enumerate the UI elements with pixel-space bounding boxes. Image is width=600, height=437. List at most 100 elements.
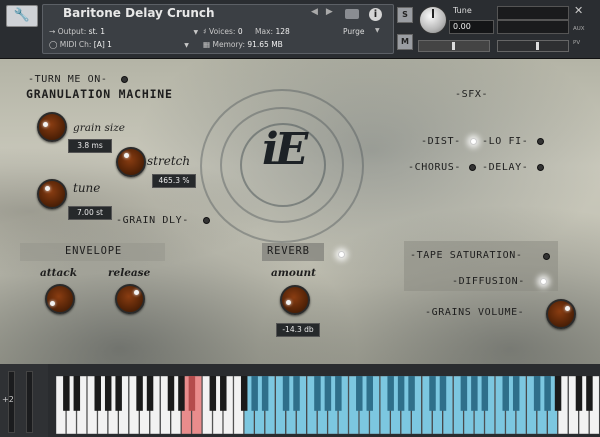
black-key[interactable] xyxy=(167,376,175,411)
midi-row[interactable]: ◯ MIDI Ch: [A] 1 ▼ xyxy=(49,40,189,49)
diffusion-toggle[interactable] xyxy=(540,278,547,285)
output-row[interactable]: → Output: st. 1 ▼ xyxy=(49,27,198,36)
black-key[interactable] xyxy=(544,376,551,411)
info-icon[interactable]: i xyxy=(369,8,382,21)
black-key[interactable] xyxy=(178,376,185,411)
dist-toggle[interactable] xyxy=(470,138,477,145)
grain-delay-toggle[interactable] xyxy=(203,217,210,224)
purge-button[interactable]: Purge xyxy=(343,27,364,36)
reverb-amount-knob[interactable] xyxy=(280,285,310,315)
black-key[interactable] xyxy=(397,376,405,411)
black-key[interactable] xyxy=(73,376,81,411)
grain-size-knob[interactable] xyxy=(37,112,67,142)
attack-knob[interactable] xyxy=(45,284,75,314)
grain-delay-label: -GRAIN DLY- xyxy=(116,215,189,226)
grains-volume-knob[interactable] xyxy=(546,299,576,329)
chorus-label: -CHORUS- xyxy=(408,162,461,173)
instrument-name[interactable]: Baritone Delay Crunch xyxy=(63,6,215,20)
memory-label: Memory: xyxy=(212,40,245,49)
chorus-toggle[interactable] xyxy=(469,164,476,171)
black-key[interactable] xyxy=(502,376,509,411)
wrench-icon[interactable]: 🔧 xyxy=(6,5,38,27)
black-key[interactable] xyxy=(533,376,541,411)
black-key[interactable] xyxy=(261,376,269,411)
turn-me-on-toggle[interactable] xyxy=(121,76,128,83)
grains-volume-label: -GRAINS VOLUME- xyxy=(425,307,525,318)
octave-shift-value[interactable]: +2 xyxy=(2,395,14,404)
close-icon[interactable]: ✕ xyxy=(574,4,583,17)
mod-wheel[interactable] xyxy=(26,371,33,433)
instrument-nav-arrows[interactable]: ◀▶ xyxy=(311,7,341,17)
black-key[interactable] xyxy=(408,376,415,411)
solo-button[interactable]: S xyxy=(397,7,413,23)
lofi-toggle[interactable] xyxy=(537,138,544,145)
black-key[interactable] xyxy=(115,376,122,411)
black-key[interactable] xyxy=(512,376,520,411)
piano-keyboard[interactable] xyxy=(56,376,600,434)
black-key[interactable] xyxy=(104,376,112,411)
reverb-title: REVERB xyxy=(267,245,310,257)
stretch-value[interactable]: 465.3 % xyxy=(152,174,196,188)
black-key[interactable] xyxy=(136,376,143,411)
output-icon: → xyxy=(49,27,56,36)
black-key[interactable] xyxy=(63,376,70,411)
memory-row: ▦ Memory: 91.65 MB xyxy=(203,40,283,49)
pan-slider[interactable] xyxy=(418,40,490,52)
stretch-knob[interactable] xyxy=(116,147,146,177)
envelope-title: ENVELOPE xyxy=(65,245,122,257)
black-key[interactable] xyxy=(282,376,290,411)
level-meter-right xyxy=(497,20,569,34)
tune-label: Tune xyxy=(453,6,472,15)
black-key[interactable] xyxy=(240,376,248,411)
black-key[interactable] xyxy=(188,376,196,411)
black-key[interactable] xyxy=(554,376,562,411)
black-key[interactable] xyxy=(251,376,258,411)
black-key[interactable] xyxy=(471,376,478,411)
grain-size-label: grain size xyxy=(73,122,125,134)
midi-value[interactable]: [A] 1 xyxy=(94,40,112,49)
instrument-header: 🔧 Baritone Delay Crunch ◀▶ i → Output: s… xyxy=(0,0,600,59)
black-key[interactable] xyxy=(460,376,468,411)
tape-saturation-toggle[interactable] xyxy=(543,253,550,260)
camera-icon[interactable] xyxy=(345,9,359,19)
lofi-label: -LO FI- xyxy=(482,136,529,147)
volume-slider[interactable] xyxy=(497,40,569,52)
level-meter-left xyxy=(497,6,569,20)
black-key[interactable] xyxy=(387,376,394,411)
purge-dropdown-icon[interactable]: ▼ xyxy=(375,27,380,34)
black-key[interactable] xyxy=(366,376,373,411)
tune-knob[interactable] xyxy=(419,6,447,34)
black-key[interactable] xyxy=(575,376,583,411)
black-key[interactable] xyxy=(335,376,342,411)
black-key[interactable] xyxy=(586,376,593,411)
aux-button[interactable]: AUX xyxy=(573,26,585,32)
black-key[interactable] xyxy=(94,376,101,411)
black-key[interactable] xyxy=(146,376,154,411)
black-key[interactable] xyxy=(439,376,447,411)
pv-button[interactable]: PV xyxy=(573,40,580,46)
tune-value-granulation[interactable]: 7.00 st xyxy=(68,206,112,220)
mute-button[interactable]: M xyxy=(397,34,413,50)
black-key[interactable] xyxy=(356,376,363,411)
max-label: Max: xyxy=(255,27,274,36)
black-key[interactable] xyxy=(314,376,321,411)
reverb-toggle[interactable] xyxy=(338,251,345,258)
black-key[interactable] xyxy=(429,376,436,411)
tune-value[interactable]: 0.00 xyxy=(449,20,494,34)
delay-toggle[interactable] xyxy=(537,164,544,171)
black-key[interactable] xyxy=(481,376,489,411)
max-value[interactable]: 128 xyxy=(275,27,289,36)
black-key[interactable] xyxy=(293,376,300,411)
black-key[interactable] xyxy=(209,376,217,411)
output-dropdown-icon[interactable]: ▼ xyxy=(193,29,198,36)
release-knob[interactable] xyxy=(115,284,145,314)
tape-saturation-label: -TAPE SATURATION- xyxy=(410,250,523,261)
granulation-title: GRANULATION MACHINE xyxy=(26,87,173,101)
reverb-amount-value[interactable]: -14.3 db xyxy=(276,323,320,337)
tune-knob-granulation[interactable] xyxy=(37,179,67,209)
grain-size-value[interactable]: 3.8 ms xyxy=(68,139,112,153)
black-key[interactable] xyxy=(220,376,227,411)
output-value[interactable]: st. 1 xyxy=(89,27,105,36)
black-key[interactable] xyxy=(324,376,332,411)
midi-dropdown-icon[interactable]: ▼ xyxy=(184,42,189,49)
